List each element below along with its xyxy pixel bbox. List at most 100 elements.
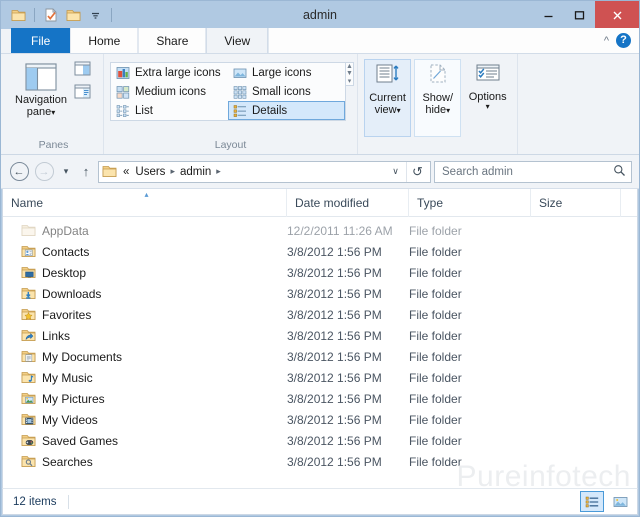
layout-option-medium-icons[interactable]: Medium icons bbox=[111, 82, 228, 101]
layout-option-list[interactable]: List bbox=[111, 101, 228, 120]
new-folder-icon[interactable] bbox=[64, 6, 82, 24]
search-icon[interactable] bbox=[613, 164, 626, 180]
layout-option-label: Medium icons bbox=[135, 85, 206, 98]
table-row[interactable]: Saved Games 3/8/2012 1:56 PM File folder bbox=[3, 430, 637, 451]
layout-gallery-scrollbar[interactable]: ▲ ▼ ▾ bbox=[346, 62, 354, 86]
layout-option-details[interactable]: Details bbox=[228, 101, 345, 120]
large-icons-view-button[interactable] bbox=[608, 491, 632, 512]
current-view-icon bbox=[376, 64, 399, 83]
column-header-type[interactable]: Type bbox=[409, 189, 531, 217]
current-view-caret-icon[interactable]: ▾ bbox=[397, 106, 401, 115]
file-type: File folder bbox=[409, 307, 462, 322]
preview-pane-icon[interactable] bbox=[74, 61, 91, 81]
table-row[interactable]: AppData 12/2/2011 11:26 AM File folder bbox=[3, 220, 637, 241]
file-name: Searches bbox=[42, 454, 93, 469]
navigation-pane-caret-icon[interactable]: ▾ bbox=[51, 108, 55, 117]
list-icon bbox=[116, 104, 129, 117]
address-bar[interactable]: « Users ▸ admin ▸ ∨ ↺ bbox=[98, 160, 431, 183]
maximize-button[interactable] bbox=[564, 1, 595, 29]
options-icon bbox=[476, 64, 500, 81]
title-bar: admin bbox=[1, 1, 639, 29]
show-hide-icon bbox=[430, 64, 446, 83]
options-button[interactable]: Options ▾ bbox=[464, 59, 511, 137]
folder-icon[interactable] bbox=[9, 6, 27, 24]
back-button[interactable]: ← bbox=[8, 161, 30, 183]
gallery-expand-icon[interactable]: ▾ bbox=[346, 77, 353, 85]
table-row[interactable]: My Music 3/8/2012 1:56 PM File folder bbox=[3, 367, 637, 388]
details-view-button[interactable] bbox=[580, 491, 604, 512]
column-header-date-modified[interactable]: Date modified bbox=[287, 189, 409, 217]
options-caret-icon[interactable]: ▾ bbox=[486, 103, 490, 111]
file-type: File folder bbox=[409, 286, 462, 301]
file-name-cell[interactable]: My Music bbox=[3, 371, 287, 385]
close-button[interactable] bbox=[595, 1, 639, 29]
file-name-cell[interactable]: My Pictures bbox=[3, 392, 287, 406]
layout-option-small-icons[interactable]: Small icons bbox=[228, 82, 345, 101]
tab-view[interactable]: View bbox=[206, 28, 269, 53]
column-header-size[interactable]: Size bbox=[531, 189, 621, 217]
file-type: File folder bbox=[409, 454, 462, 469]
file-list[interactable]: AppData 12/2/2011 11:26 AM File folder C… bbox=[3, 217, 637, 488]
folder-favorites-icon bbox=[21, 308, 36, 321]
help-icon[interactable]: ? bbox=[616, 33, 631, 48]
show-hide-button[interactable]: Show/ hide▾ bbox=[414, 59, 462, 137]
navigation-pane-button[interactable]: Navigation pane▾ bbox=[10, 59, 72, 118]
tab-home[interactable]: Home bbox=[70, 28, 139, 53]
file-name-cell[interactable]: Favorites bbox=[3, 308, 287, 322]
chevron-down-icon[interactable] bbox=[86, 6, 104, 24]
current-view-button[interactable]: Current view▾ bbox=[364, 59, 412, 137]
forward-button[interactable]: → bbox=[33, 161, 55, 183]
column-header-type-label: Type bbox=[417, 195, 444, 210]
file-type: File folder bbox=[409, 391, 462, 406]
table-row[interactable]: My Videos 3/8/2012 1:56 PM File folder bbox=[3, 409, 637, 430]
breadcrumb-users[interactable]: Users bbox=[133, 166, 167, 178]
table-row[interactable]: Downloads 3/8/2012 1:56 PM File folder bbox=[3, 283, 637, 304]
file-date: 3/8/2012 1:56 PM bbox=[287, 307, 382, 322]
gallery-scroll-down-icon[interactable]: ▼ bbox=[346, 70, 353, 77]
file-name-cell[interactable]: Desktop bbox=[3, 266, 287, 280]
breadcrumb-overflow[interactable]: « bbox=[121, 166, 131, 178]
table-row[interactable]: Links 3/8/2012 1:56 PM File folder bbox=[3, 325, 637, 346]
file-name-cell[interactable]: My Documents bbox=[3, 350, 287, 364]
folder-videos-icon bbox=[21, 413, 36, 426]
table-row[interactable]: My Pictures 3/8/2012 1:56 PM File folder bbox=[3, 388, 637, 409]
table-row[interactable]: Favorites 3/8/2012 1:56 PM File folder bbox=[3, 304, 637, 325]
search-input[interactable]: Search admin bbox=[434, 160, 632, 183]
layout-option-extra-large-icons[interactable]: Extra large icons bbox=[111, 63, 228, 82]
layout-option-large-icons[interactable]: Large icons bbox=[228, 63, 345, 82]
properties-icon[interactable] bbox=[42, 6, 60, 24]
folder-searches-icon bbox=[21, 455, 36, 468]
file-name-cell[interactable]: Links bbox=[3, 329, 287, 343]
file-name-cell[interactable]: Searches bbox=[3, 455, 287, 469]
file-date: 3/8/2012 1:56 PM bbox=[287, 391, 382, 406]
address-dropdown-icon[interactable]: ∨ bbox=[387, 162, 404, 182]
tab-file[interactable]: File bbox=[11, 28, 71, 53]
table-row[interactable]: Contacts 3/8/2012 1:56 PM File folder bbox=[3, 241, 637, 262]
file-name-cell[interactable]: AppData bbox=[3, 224, 287, 238]
table-row[interactable]: Desktop 3/8/2012 1:56 PM File folder bbox=[3, 262, 637, 283]
recent-locations-button[interactable]: ▾ bbox=[58, 161, 74, 183]
minimize-button[interactable] bbox=[533, 1, 564, 29]
details-pane-icon[interactable] bbox=[74, 84, 91, 104]
breadcrumb-separator-icon-2[interactable]: ▸ bbox=[215, 166, 222, 177]
breadcrumb-admin[interactable]: admin bbox=[178, 166, 213, 178]
refresh-icon[interactable]: ↺ bbox=[406, 161, 428, 182]
view-toggle-buttons bbox=[580, 491, 632, 512]
file-name-cell[interactable]: Contacts bbox=[3, 245, 287, 259]
file-name-cell[interactable]: Downloads bbox=[3, 287, 287, 301]
show-hide-caret-icon[interactable]: ▾ bbox=[446, 106, 450, 115]
table-row[interactable]: My Documents 3/8/2012 1:56 PM File folde… bbox=[3, 346, 637, 367]
layout-gallery: Extra large icons Large icons Medium ico… bbox=[110, 62, 346, 121]
column-headers: ▴ Name Date modified Type Size bbox=[3, 189, 637, 217]
breadcrumb-separator-icon[interactable]: ▸ bbox=[169, 166, 176, 177]
up-button[interactable]: ↑ bbox=[77, 161, 95, 183]
file-date: 3/8/2012 1:56 PM bbox=[287, 412, 382, 427]
gallery-scroll-up-icon[interactable]: ▲ bbox=[346, 63, 353, 70]
up-arrow-icon: ↑ bbox=[82, 164, 90, 179]
file-name-cell[interactable]: Saved Games bbox=[3, 434, 287, 448]
file-name-cell[interactable]: My Videos bbox=[3, 413, 287, 427]
collapse-ribbon-icon[interactable]: ^ bbox=[604, 35, 609, 47]
tab-share[interactable]: Share bbox=[138, 28, 207, 53]
table-row[interactable]: Searches 3/8/2012 1:56 PM File folder bbox=[3, 451, 637, 472]
column-header-name[interactable]: ▴ Name bbox=[3, 189, 287, 217]
